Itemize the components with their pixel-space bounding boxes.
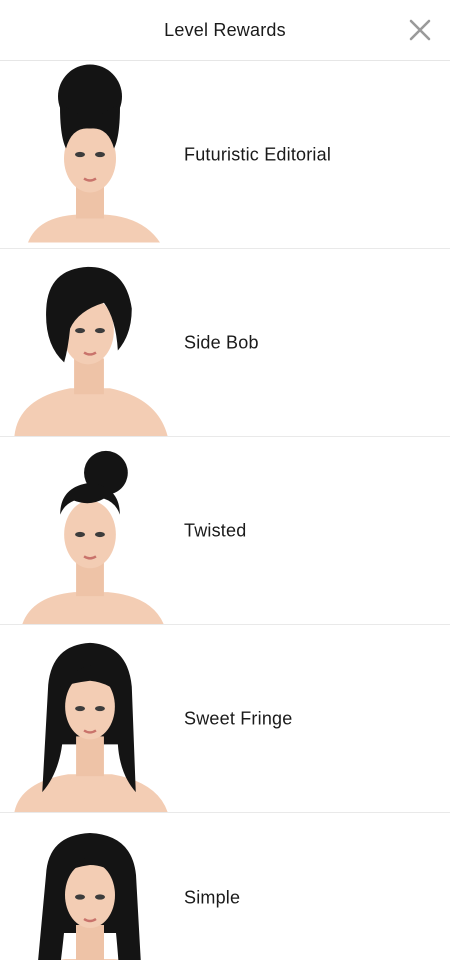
page-title: Level Rewards — [164, 19, 286, 40]
hairstyle-avatar-image — [8, 437, 173, 624]
reward-item-simple[interactable]: Simple — [0, 813, 450, 960]
reward-label: Twisted — [184, 520, 247, 540]
hairstyle-avatar-image — [8, 813, 173, 960]
reward-item-twisted[interactable]: Twisted — [0, 437, 450, 625]
reward-label: Futuristic Editorial — [184, 144, 332, 164]
header: Level Rewards — [0, 0, 450, 61]
close-icon — [408, 18, 432, 42]
reward-label: Side Bob — [184, 332, 259, 352]
reward-label: Simple — [184, 887, 241, 908]
hairstyle-avatar-image — [8, 249, 173, 436]
hairstyle-avatar-image — [8, 625, 173, 812]
reward-label: Sweet Fringe — [184, 708, 293, 728]
reward-item-futuristic-editorial[interactable]: Futuristic Editorial — [0, 61, 450, 249]
reward-item-side-bob[interactable]: Side Bob — [0, 249, 450, 437]
hairstyle-avatar-image — [8, 61, 173, 248]
level-rewards-screen: Level Rewards Futuristic Editorial Side … — [0, 0, 450, 960]
reward-item-sweet-fringe[interactable]: Sweet Fringe — [0, 625, 450, 813]
close-button[interactable] — [408, 18, 432, 42]
rewards-list: Futuristic Editorial Side Bob Twisted Sw… — [0, 61, 450, 960]
